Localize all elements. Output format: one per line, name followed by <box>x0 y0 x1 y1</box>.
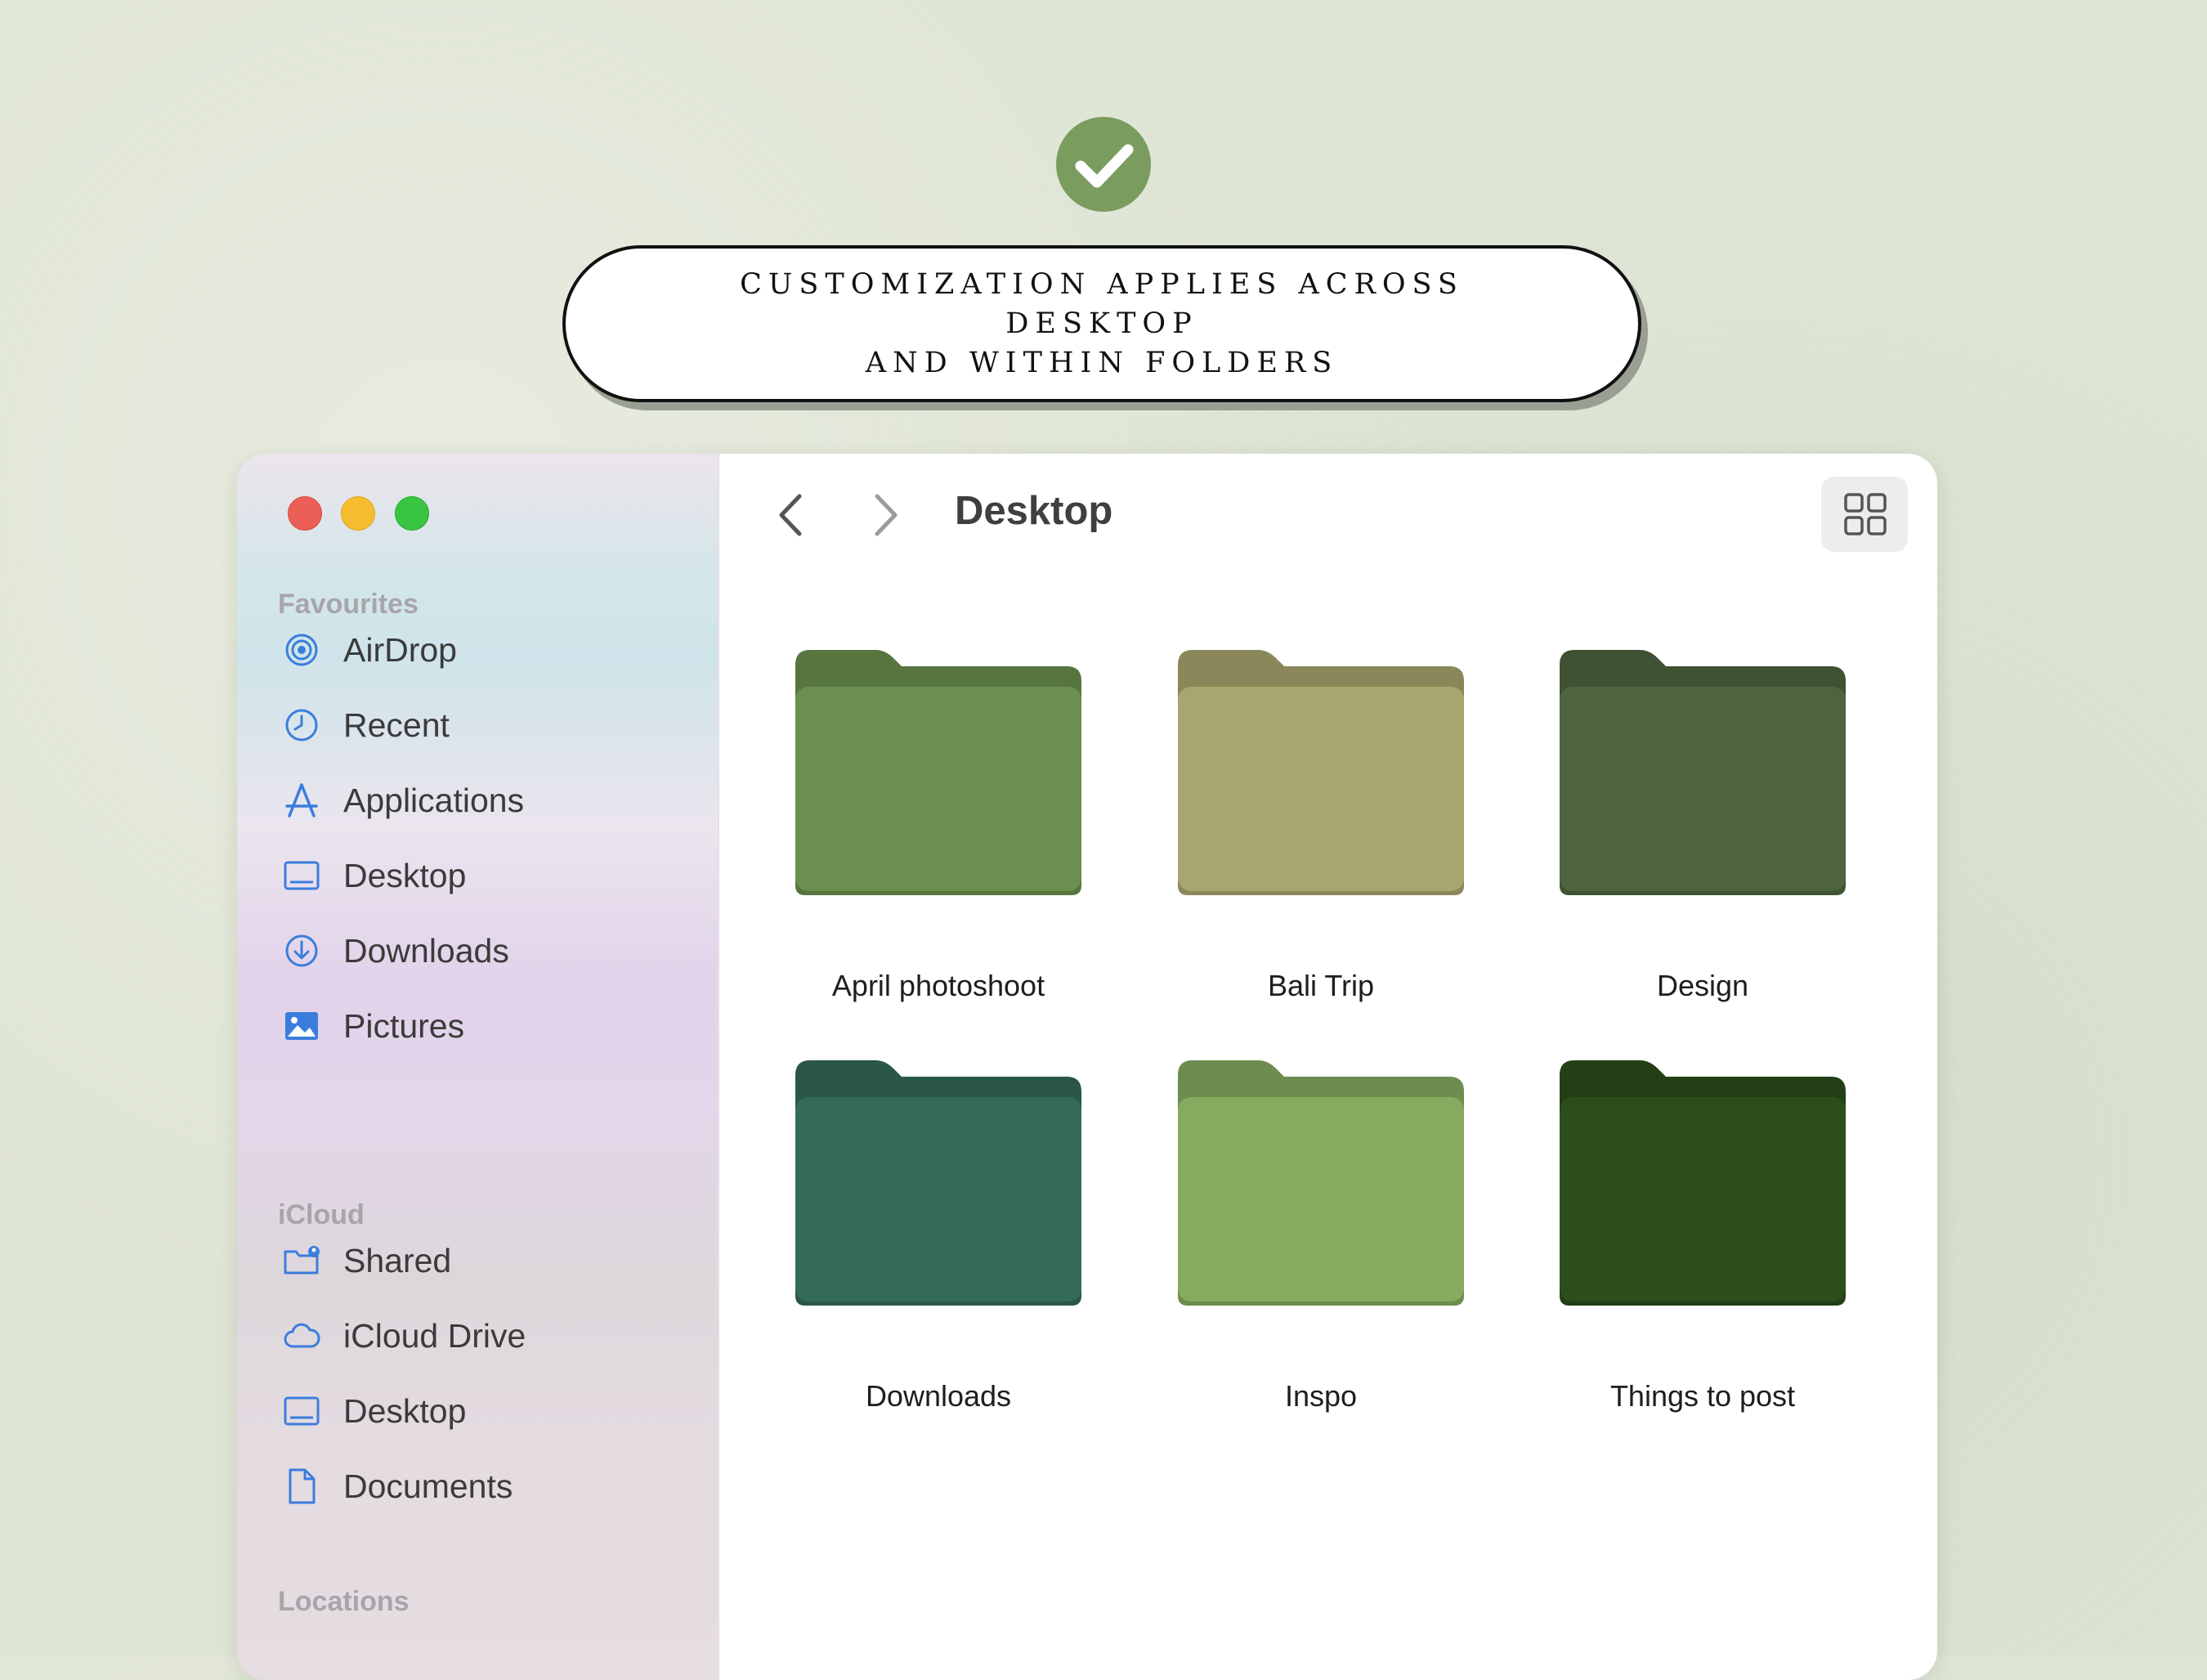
airdrop-icon <box>285 634 318 666</box>
document-icon <box>289 1468 316 1504</box>
folder-icon <box>1178 1060 1464 1306</box>
locations-section-label: Locations <box>278 1586 410 1617</box>
sidebar-item-label: Pictures <box>343 1007 465 1045</box>
sidebar-item-recent[interactable]: Recent <box>237 692 718 757</box>
sidebar-item-applications[interactable]: Applications <box>237 767 718 832</box>
caption-banner: CUSTOMIZATION APPLIES ACROSS DESKTOP AND… <box>562 245 1641 402</box>
cloud-icon <box>284 1323 320 1348</box>
grid-view-icon <box>1844 493 1887 535</box>
sidebar-item-label: Desktop <box>343 1392 467 1430</box>
folder-name: Design <box>1656 969 1749 1002</box>
checkmark-icon <box>1075 144 1134 188</box>
sidebar-item-icloud-drive[interactable]: iCloud Drive <box>237 1302 718 1368</box>
folder-icon <box>795 650 1081 895</box>
folder-item[interactable]: Design <box>1531 650 1874 1010</box>
sidebar-item-label: Desktop <box>343 857 467 894</box>
sidebar-item-label: Shared <box>343 1242 452 1279</box>
sidebar-item-label: iCloud Drive <box>343 1317 526 1355</box>
close-window-button[interactable] <box>288 496 322 531</box>
folder-item[interactable]: Bali Trip <box>1149 650 1493 1010</box>
sidebar-item-airdrop[interactable]: AirDrop <box>237 616 718 682</box>
window-title: Desktop <box>955 489 1113 533</box>
shared-folder-icon <box>284 1246 320 1275</box>
sidebar-item-shared[interactable]: Shared <box>237 1227 718 1292</box>
caption-line-1: CUSTOMIZATION APPLIES ACROSS DESKTOP <box>740 268 1464 340</box>
zoom-window-button[interactable] <box>395 496 429 531</box>
grid-view-button[interactable] <box>1821 477 1908 552</box>
chevron-left-icon[interactable] <box>767 486 816 544</box>
chevron-right-icon[interactable] <box>861 486 910 544</box>
photo-icon <box>285 1012 318 1040</box>
sidebar-item-label: Downloads <box>343 932 509 970</box>
caption-line-2: AND WITHIN FOLDERS <box>865 347 1339 379</box>
sidebar-item-documents[interactable]: Documents <box>237 1453 718 1518</box>
folder-item[interactable]: Downloads <box>767 1060 1110 1420</box>
desktop-icon <box>284 1396 320 1426</box>
folder-name: Downloads <box>865 1379 1012 1413</box>
folder-item[interactable]: April photoshoot <box>767 650 1110 1010</box>
minimize-window-button[interactable] <box>341 496 375 531</box>
sidebar-item-label: Documents <box>343 1467 513 1505</box>
sidebar-item-downloads[interactable]: Downloads <box>237 917 718 983</box>
folder-icon <box>795 1060 1081 1306</box>
folder-icon <box>1178 650 1464 895</box>
folder-item[interactable]: Things to post <box>1531 1060 1874 1420</box>
folder-icon <box>1560 650 1846 895</box>
sidebar-item-label: Applications <box>343 782 525 819</box>
sidebar-item-label: Recent <box>343 706 450 744</box>
clock-icon <box>285 709 318 741</box>
applications-icon <box>285 783 318 818</box>
sidebar-item-label: AirDrop <box>343 631 457 669</box>
finder-window: Favourites AirDrop Recent Applications D… <box>237 454 1937 1680</box>
folder-name: Inspo <box>1284 1379 1358 1413</box>
sidebar-item-icloud-desktop[interactable]: Desktop <box>237 1378 718 1443</box>
sidebar: Favourites AirDrop Recent Applications D… <box>237 454 719 1680</box>
folder-name: Things to post <box>1609 1379 1796 1413</box>
sidebar-item-pictures[interactable]: Pictures <box>237 992 718 1058</box>
folder-item[interactable]: Inspo <box>1149 1060 1493 1420</box>
folder-icon <box>1560 1060 1846 1306</box>
sidebar-item-desktop[interactable]: Desktop <box>237 842 718 907</box>
desktop-icon <box>284 861 320 890</box>
toolbar: Desktop <box>718 454 1937 576</box>
folder-name: April photoshoot <box>831 969 1045 1002</box>
download-icon <box>285 934 318 967</box>
checkmark-badge <box>1056 117 1151 212</box>
folder-name: Bali Trip <box>1267 969 1375 1002</box>
caption-text: CUSTOMIZATION APPLIES ACROSS DESKTOP AND… <box>652 265 1551 383</box>
